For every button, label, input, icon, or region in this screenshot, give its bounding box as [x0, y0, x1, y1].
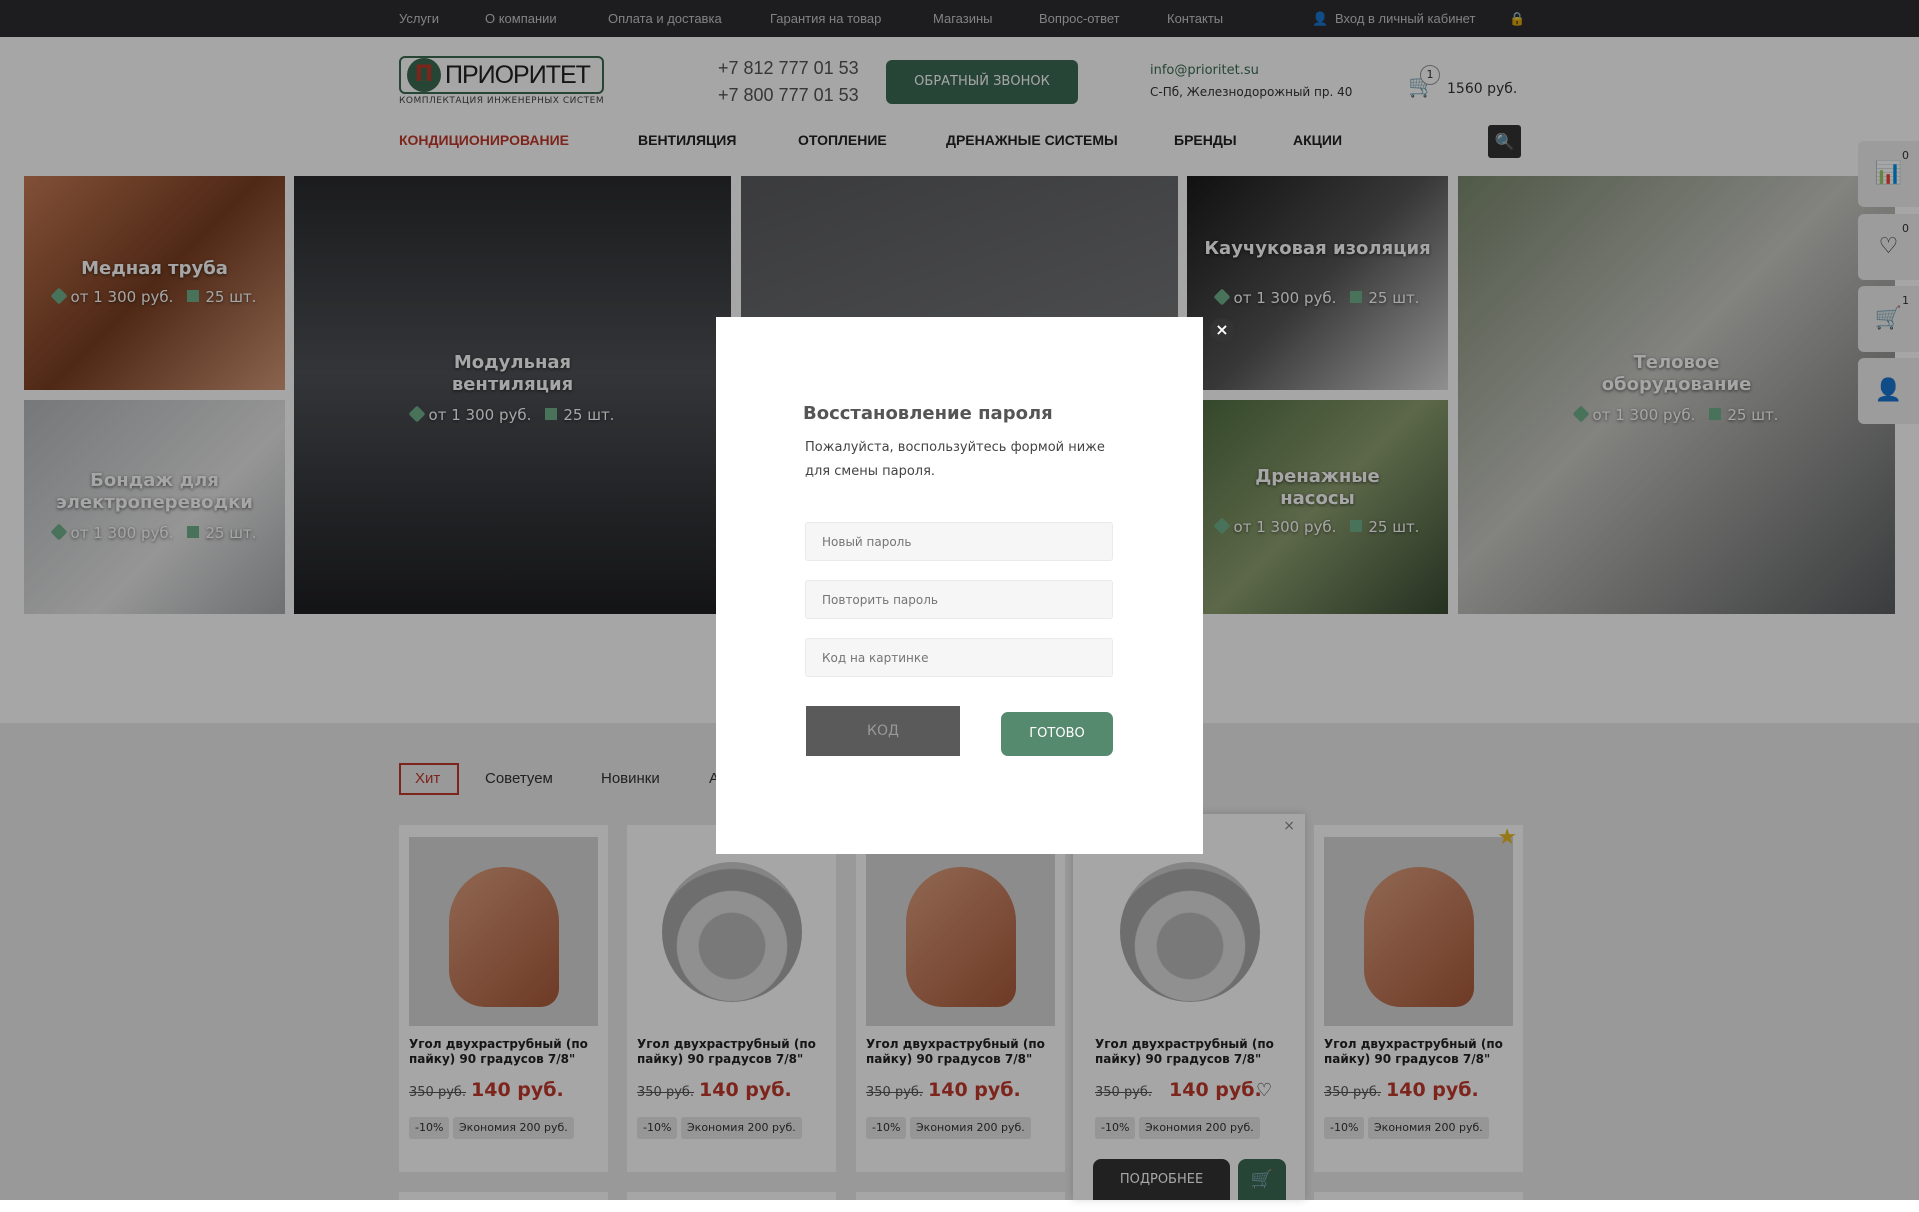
repeat-password-input[interactable]: [805, 580, 1113, 619]
captcha-image: КОД: [806, 706, 960, 756]
submit-button[interactable]: ГОТОВО: [1001, 712, 1113, 756]
password-recovery-modal: Восстановление пароля Пожалуйста, воспол…: [716, 317, 1203, 854]
modal-close-button[interactable]: ×: [1210, 318, 1234, 342]
modal-title: Восстановление пароля: [803, 403, 1053, 424]
captcha-input[interactable]: [805, 638, 1113, 677]
modal-text: Пожалуйста, воспользуйтесь формой ниже д…: [805, 440, 1105, 479]
new-password-input[interactable]: [805, 522, 1113, 561]
